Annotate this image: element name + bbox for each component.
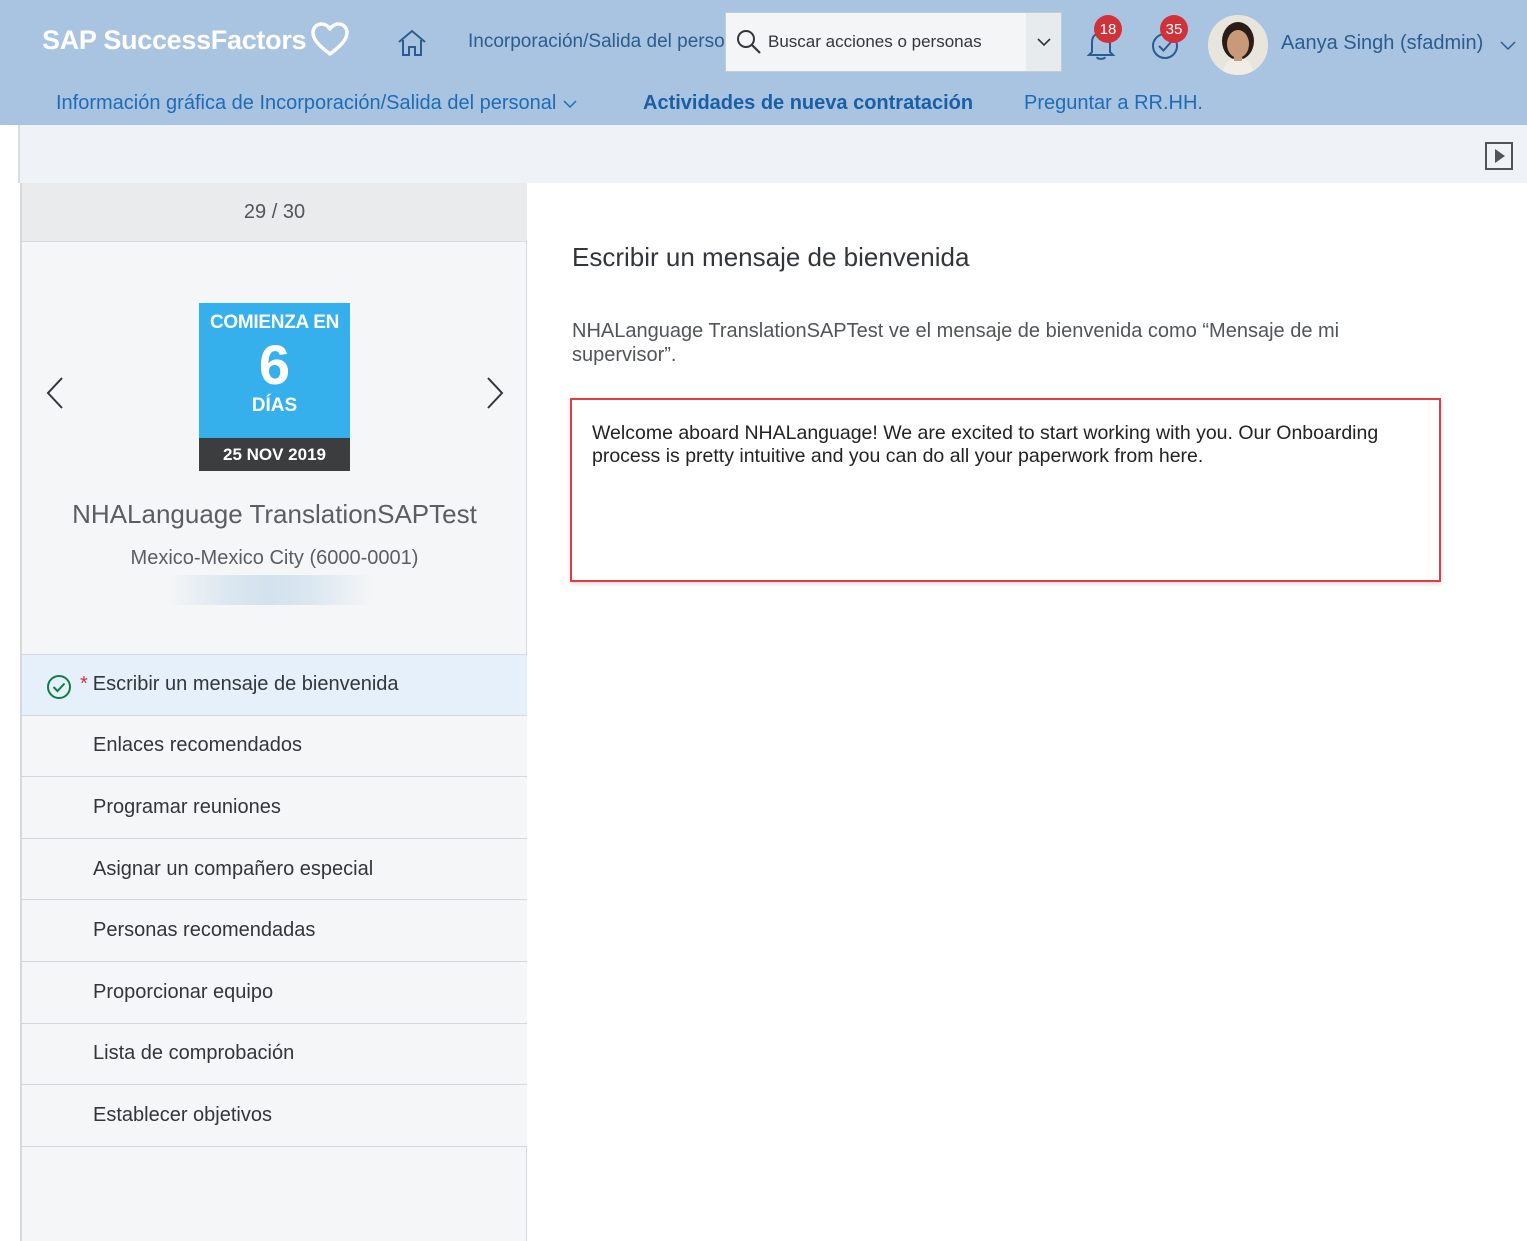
page-toolbar bbox=[18, 125, 1527, 183]
task-item-assign-buddy[interactable]: Asignar un compañero especial bbox=[22, 838, 527, 901]
subnav-item-label: Información gráfica de Incorporación/Sal… bbox=[56, 92, 557, 114]
subnav-item-ask-hr[interactable]: Preguntar a RR.HH. bbox=[1024, 92, 1203, 115]
heart-icon bbox=[311, 22, 349, 56]
chevron-down-icon[interactable] bbox=[1497, 34, 1519, 56]
start-date-calendar: COMIENZA EN 6 DÍAS 25 NOV 2019 bbox=[199, 303, 350, 471]
search-scope-dropdown[interactable] bbox=[1026, 12, 1062, 72]
welcome-message-textarea[interactable]: Welcome aboard NHALanguage! We are excit… bbox=[570, 398, 1441, 582]
avatar[interactable] bbox=[1208, 15, 1268, 75]
chevron-down-icon bbox=[1036, 38, 1051, 47]
chevron-right-icon[interactable] bbox=[484, 375, 506, 411]
required-marker: * bbox=[80, 673, 88, 696]
welcome-message-text: Welcome aboard NHALanguage! We are excit… bbox=[592, 422, 1379, 467]
todo-badge: 35 bbox=[1160, 15, 1188, 43]
search-field[interactable]: Buscar acciones o personas bbox=[725, 12, 1027, 72]
task-label: Lista de comprobación bbox=[93, 1042, 295, 1065]
chevron-left-icon[interactable] bbox=[44, 375, 66, 411]
chevron-down-icon bbox=[563, 99, 577, 108]
task-item-checklist[interactable]: Lista de comprobación bbox=[22, 1023, 527, 1086]
task-label: Asignar un compañero especial bbox=[93, 857, 374, 880]
task-list: * Escribir un mensaje de bienvenida Enla… bbox=[22, 654, 527, 1147]
company-logo[interactable]: SAP SuccessFactors bbox=[42, 20, 350, 60]
new-hire-sidebar: 29 / 30 COMIENZA EN 6 DÍAS 25 NOV 2019 N… bbox=[20, 183, 527, 1241]
logo-text: SAP SuccessFactors bbox=[42, 24, 307, 55]
task-item-recommended-links[interactable]: Enlaces recomendados bbox=[22, 715, 527, 778]
page-title: Escribir un mensaje de bienvenida bbox=[572, 242, 970, 272]
notifications-badge: 18 bbox=[1094, 15, 1122, 43]
search-placeholder: Buscar acciones o personas bbox=[768, 32, 982, 51]
sub-navigation: Información gráfica de Incorporación/Sal… bbox=[0, 84, 1527, 124]
user-name[interactable]: Aanya Singh (sfadmin) bbox=[1281, 32, 1483, 55]
task-item-provide-equipment[interactable]: Proporcionar equipo bbox=[22, 961, 527, 1024]
calendar-date: 25 NOV 2019 bbox=[199, 438, 350, 471]
task-label: Programar reuniones bbox=[93, 795, 281, 818]
play-icon[interactable] bbox=[1484, 141, 1514, 171]
task-item-schedule-meetings[interactable]: Programar reuniones bbox=[22, 777, 527, 839]
calendar-countdown: COMIENZA EN 6 DÍAS bbox=[199, 303, 350, 438]
new-hire-location: Mexico-Mexico City (6000-0001) bbox=[130, 547, 419, 569]
shell-header: SAP SuccessFactors Incorporación/Salida … bbox=[0, 0, 1527, 125]
avatar-photo bbox=[1208, 15, 1268, 75]
new-hire-name: NHALanguage TranslationSAPTest bbox=[72, 499, 477, 529]
page-description: NHALanguage TranslationSAPTest ve el men… bbox=[572, 320, 1340, 366]
calendar-label: COMIENZA EN bbox=[210, 312, 339, 333]
task-label: Personas recomendadas bbox=[93, 919, 316, 942]
search-icon bbox=[737, 30, 761, 54]
module-switcher[interactable]: Incorporación/Salida del personal bbox=[468, 31, 726, 57]
task-label: Escribir un mensaje de bienvenida bbox=[92, 673, 399, 696]
calendar-days-number: 6 bbox=[258, 333, 291, 396]
check-circle-icon bbox=[47, 675, 71, 699]
task-item-welcome-message[interactable]: * Escribir un mensaje de bienvenida bbox=[22, 654, 527, 716]
subnav-item-new-hire-activities[interactable]: Actividades de nueva contratación bbox=[643, 92, 973, 115]
task-item-recommended-people[interactable]: Personas recomendadas bbox=[22, 900, 527, 962]
task-label: Proporcionar equipo bbox=[93, 980, 274, 1003]
task-item-set-goals[interactable]: Establecer objetivos bbox=[22, 1085, 527, 1147]
task-label: Enlaces recomendados bbox=[93, 734, 303, 757]
redacted-field bbox=[167, 575, 373, 605]
home-icon[interactable] bbox=[396, 27, 428, 59]
hire-counter: 29 / 30 bbox=[22, 183, 527, 242]
calendar-days-label: DÍAS bbox=[251, 395, 298, 416]
subnav-item-dashboard[interactable]: Información gráfica de Incorporación/Sal… bbox=[56, 92, 578, 115]
task-label: Establecer objetivos bbox=[93, 1103, 272, 1126]
